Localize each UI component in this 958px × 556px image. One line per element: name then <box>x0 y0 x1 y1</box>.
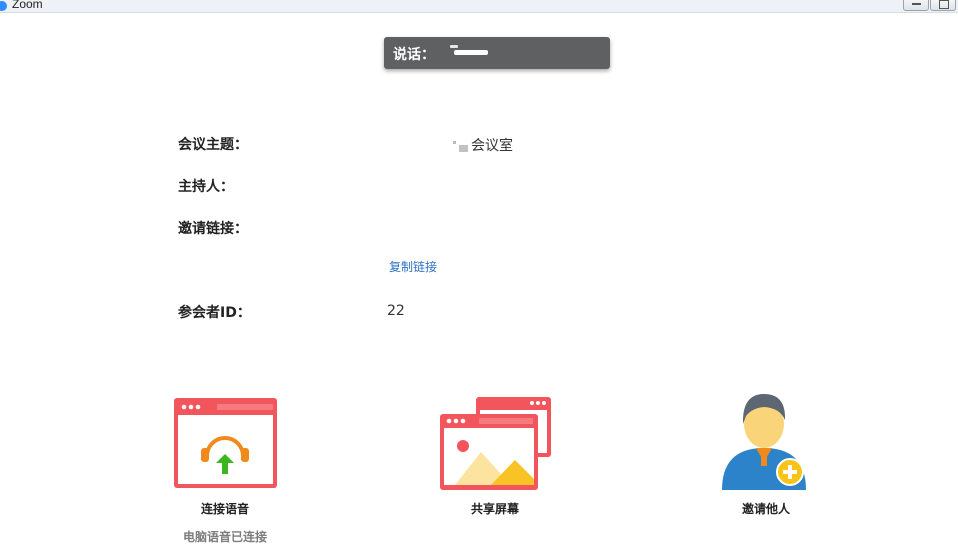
invite-action[interactable]: 邀请他人 <box>706 390 826 517</box>
invite-tile[interactable] <box>706 390 826 494</box>
window-title: Zoom <box>12 0 43 11</box>
share-screen-icon <box>440 397 551 490</box>
minimize-button[interactable] <box>903 0 929 11</box>
topic-label: 会议主题： <box>178 137 248 153</box>
participant-id-label: 参会者ID： <box>178 305 251 321</box>
maximize-button[interactable] <box>930 0 956 11</box>
redacted-name <box>450 45 458 48</box>
add-person-icon <box>722 394 806 490</box>
share-screen-action[interactable]: 共享屏幕 <box>435 390 555 517</box>
topic-value: 会议室 <box>451 135 513 155</box>
share-screen-label: 共享屏幕 <box>470 502 519 516</box>
headset-icon <box>174 398 277 488</box>
invite-label: 邀请他人 <box>741 502 790 516</box>
audio-status-text: 电脑语音已连接 <box>182 530 267 544</box>
host-label: 主持人： <box>178 179 234 195</box>
share-screen-tile[interactable] <box>435 390 555 494</box>
title-bar: Zoom <box>0 0 958 13</box>
active-speaker-banner: 说话： <box>384 37 610 69</box>
participant-id-value: 22 <box>387 303 405 319</box>
active-speaker-label: 说话： <box>393 47 435 63</box>
join-audio-action[interactable]: 连接语音 电脑语音已连接 <box>165 390 285 545</box>
redacted-name <box>454 50 488 55</box>
join-audio-label: 连接语音 <box>200 502 249 516</box>
invite-link-label: 邀请链接： <box>178 221 248 237</box>
zoom-app-icon <box>0 1 7 11</box>
copy-link-button[interactable]: 复制链接 <box>389 258 437 275</box>
join-audio-tile[interactable] <box>165 390 285 494</box>
redacted-text <box>451 138 471 152</box>
